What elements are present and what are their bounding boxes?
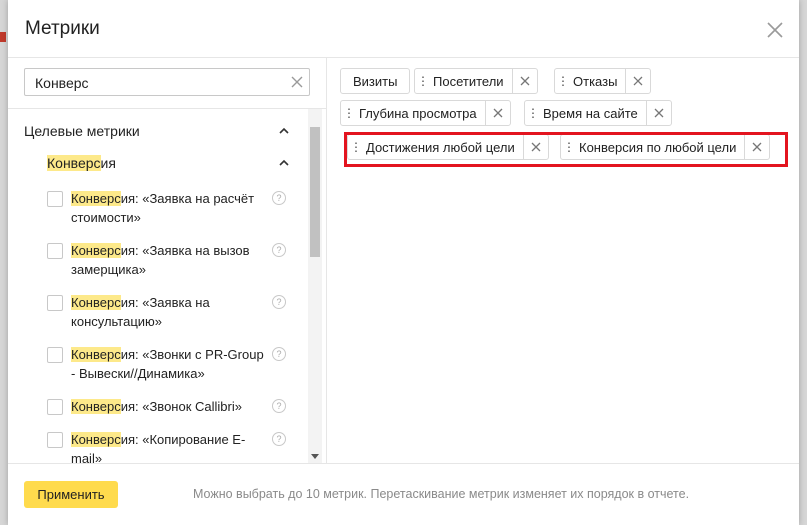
footer-hint: Можно выбрать до 10 метрик. Перетаскиван… bbox=[193, 487, 690, 501]
metric-checkbox[interactable] bbox=[47, 191, 63, 207]
metric-checkbox[interactable] bbox=[47, 399, 63, 415]
metric-chip-label: Отказы bbox=[573, 73, 618, 89]
search-box bbox=[24, 68, 310, 97]
metric-chip-label: Время на сайте bbox=[543, 105, 638, 121]
dialog-title: Метрики bbox=[25, 18, 100, 39]
search-input[interactable] bbox=[33, 69, 277, 97]
metric-chip[interactable]: ⋮ Глубина просмотра bbox=[340, 100, 511, 126]
metrics-dialog: Метрики Целевые метрики Конверсия Конвер… bbox=[8, 0, 799, 525]
metric-checkbox[interactable] bbox=[47, 347, 63, 363]
scroll-thumb[interactable] bbox=[310, 127, 320, 257]
backdrop-left bbox=[0, 0, 8, 525]
metric-checkbox[interactable] bbox=[47, 295, 63, 311]
help-icon[interactable]: ? bbox=[272, 432, 286, 446]
search-highlight: Конверс bbox=[71, 347, 121, 362]
backdrop-right bbox=[799, 0, 807, 525]
drag-handle-icon[interactable]: ⋮ bbox=[417, 74, 429, 88]
search-highlight: Конверс bbox=[71, 243, 121, 258]
search-highlight: Конверс bbox=[47, 155, 101, 171]
backdrop-marker bbox=[0, 32, 6, 42]
help-icon[interactable]: ? bbox=[272, 399, 286, 413]
help-icon[interactable]: ? bbox=[272, 243, 286, 257]
metrics-list-panel: Целевые метрики Конверсия Конверсия: «За… bbox=[8, 57, 326, 463]
metric-label: Конверсия: «Копирование E-mail» bbox=[71, 430, 267, 463]
metric-chip-label: Глубина просмотра bbox=[359, 105, 477, 121]
metric-chip-label: Визиты bbox=[353, 73, 398, 89]
metric-label-rest: ия: «Звонок Callibri» bbox=[120, 399, 242, 414]
metric-label: Конверсия: «Заявка на вызов замерщика» bbox=[71, 241, 267, 279]
close-icon[interactable] bbox=[765, 20, 785, 40]
chevron-up-icon[interactable] bbox=[278, 158, 290, 168]
subgroup-label-rest: ия bbox=[100, 155, 116, 171]
metric-chip[interactable]: ⋮ Отказы bbox=[554, 68, 652, 94]
metric-label: Конверсия: «Заявка на расчёт стоимости» bbox=[71, 189, 267, 227]
metric-checkbox[interactable] bbox=[47, 432, 63, 448]
help-icon[interactable]: ? bbox=[272, 295, 286, 309]
annotation-highlight-box bbox=[344, 132, 788, 167]
search-highlight: Конверс bbox=[71, 295, 121, 310]
metric-chip-label: Посетители bbox=[433, 73, 504, 89]
metric-label: Конверсия: «Заявка на консультацию» bbox=[71, 293, 267, 331]
metric-chip[interactable]: Визиты bbox=[340, 68, 411, 94]
group-goal-metrics[interactable]: Целевые метрики bbox=[24, 123, 140, 139]
subgroup-conversion[interactable]: Конверсия bbox=[47, 155, 116, 171]
remove-chip-icon[interactable] bbox=[511, 69, 537, 93]
help-icon[interactable]: ? bbox=[272, 191, 286, 205]
search-divider bbox=[8, 108, 326, 109]
search-highlight: Конверс bbox=[71, 399, 121, 414]
remove-chip-icon[interactable] bbox=[625, 69, 650, 93]
dialog-footer: Применить Можно выбрать до 10 метрик. Пе… bbox=[8, 463, 799, 525]
search-highlight: Конверс bbox=[71, 432, 121, 447]
remove-chip-icon[interactable] bbox=[645, 101, 671, 125]
scroll-down-arrow-icon[interactable] bbox=[311, 454, 319, 459]
metric-chip[interactable]: ⋮ Время на сайте bbox=[524, 100, 672, 126]
search-clear-icon[interactable] bbox=[291, 76, 303, 88]
remove-chip-icon[interactable] bbox=[484, 101, 510, 125]
selected-metrics-panel: Визиты ⋮ Посетители ⋮ Отказы ⋮ Глубина п… bbox=[327, 57, 799, 463]
metric-checkbox[interactable] bbox=[47, 243, 63, 259]
scrollbar[interactable] bbox=[308, 109, 322, 463]
metric-label: Конверсия: «Звонок Callibri» bbox=[71, 397, 267, 416]
drag-handle-icon[interactable]: ⋮ bbox=[557, 74, 569, 88]
metric-chip[interactable]: ⋮ Посетители bbox=[414, 68, 538, 94]
drag-handle-icon[interactable]: ⋮ bbox=[343, 106, 355, 120]
drag-handle-icon[interactable]: ⋮ bbox=[527, 106, 539, 120]
search-highlight: Конверс bbox=[71, 191, 121, 206]
help-icon[interactable]: ? bbox=[272, 347, 286, 361]
metric-label: Конверсия: «Звонки с PR-Group - Вывески/… bbox=[71, 345, 267, 383]
apply-button[interactable]: Применить bbox=[24, 481, 118, 508]
chevron-up-icon[interactable] bbox=[278, 126, 290, 136]
